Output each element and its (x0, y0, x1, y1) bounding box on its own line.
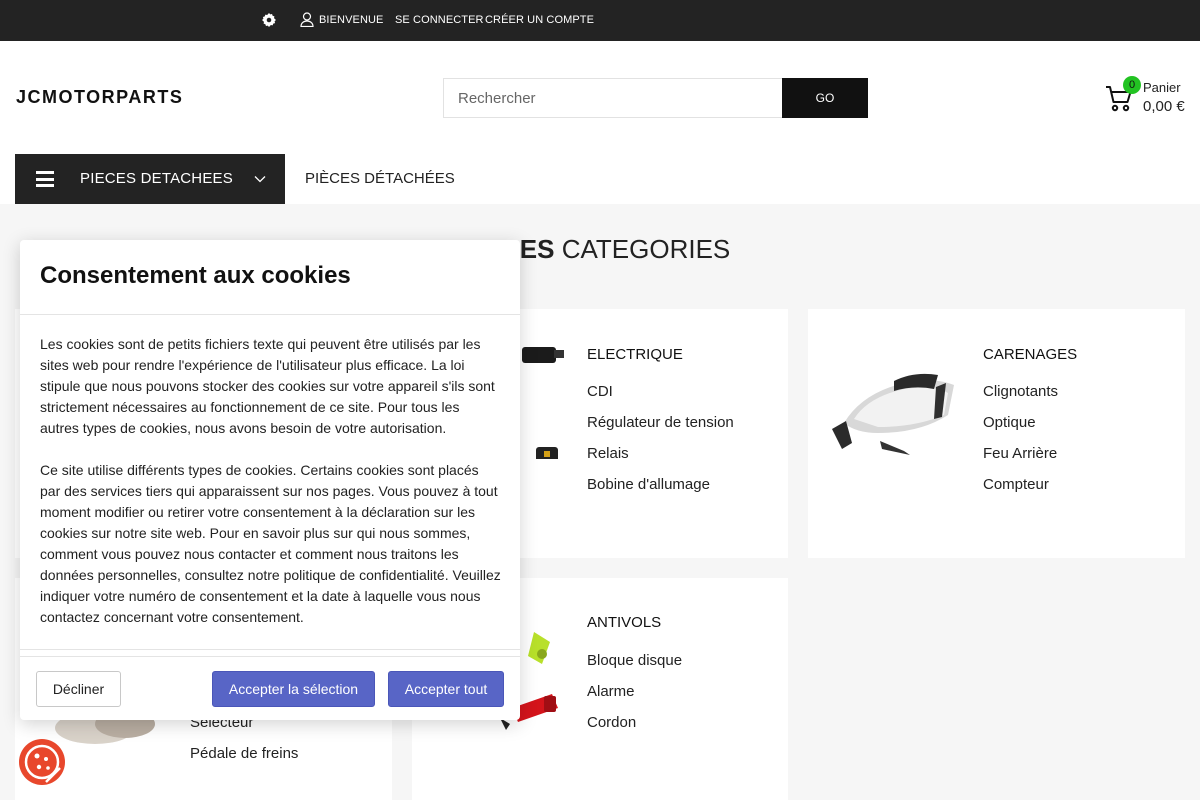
welcome-text: BIENVENUE (319, 14, 384, 26)
login-link[interactable]: SE CONNECTER (395, 14, 484, 26)
subcategory-link[interactable]: Relais (587, 445, 629, 462)
cookie-modal-title: Consentement aux cookies (40, 262, 351, 289)
top-bar: BIENVENUE SE CONNECTER CRÉER UN COMPTE (0, 0, 1200, 41)
search-button[interactable]: GO (782, 78, 868, 118)
subcategory-link[interactable]: Pédale de freins (190, 745, 298, 762)
site-logo[interactable]: JCMOTORPARTS (16, 87, 183, 108)
cookie-paragraph: Les cookies sont de petits fichiers text… (40, 336, 495, 436)
subcategory-link[interactable]: Bobine d'allumage (587, 476, 710, 493)
categories-menu-label: PIECES DETACHEES (80, 170, 233, 187)
category-title-antivols[interactable]: ANTIVOLS (587, 614, 661, 631)
subcategory-link[interactable]: Optique (983, 414, 1036, 431)
nav-link-pieces-detachees[interactable]: PIÈCES DÉTACHÉES (305, 170, 455, 187)
subcategory-link[interactable]: Alarme (587, 683, 635, 700)
cart-label[interactable]: Panier (1143, 80, 1181, 95)
cart-count-badge: 0 (1123, 76, 1141, 94)
cookie-consent-modal: Consentement aux cookies Les cookies son… (20, 240, 520, 720)
cart-total: 0,00 € (1143, 98, 1185, 115)
cookie-paragraph: Ce site utilise différents types de cook… (40, 462, 501, 625)
divider (20, 314, 520, 315)
user-icon[interactable] (300, 12, 314, 27)
chevron-down-icon (254, 176, 266, 183)
decline-button[interactable]: Décliner (36, 671, 121, 707)
accept-selection-button[interactable]: Accepter la sélection (212, 671, 375, 707)
site-header: JCMOTORPARTS GO 0 Panier 0,00 € PIECES D… (0, 41, 1200, 204)
section-title-rest: CATEGORIES (554, 234, 731, 264)
hamburger-icon (36, 171, 54, 187)
subcategory-link[interactable]: Feu Arrière (983, 445, 1057, 462)
divider (20, 656, 520, 657)
cookie-icon[interactable] (18, 738, 66, 786)
divider (20, 649, 520, 650)
carenages-thumbnail[interactable] (824, 357, 964, 461)
register-link[interactable]: CRÉER UN COMPTE (485, 14, 594, 26)
category-card-carenages: CARENAGES Clignotants Optique Feu Arrièr… (808, 309, 1185, 558)
categories-menu-button[interactable]: PIECES DETACHEES (15, 154, 285, 204)
category-title-electrique[interactable]: ELECTRIQUE (587, 346, 683, 363)
search-input[interactable] (443, 78, 782, 118)
subcategory-link[interactable]: Clignotants (983, 383, 1058, 400)
accept-all-button[interactable]: Accepter tout (388, 671, 504, 707)
subcategory-link[interactable]: Cordon (587, 714, 636, 731)
subcategory-link[interactable]: Compteur (983, 476, 1049, 493)
subcategory-link[interactable]: Bloque disque (587, 652, 682, 669)
category-title-carenages[interactable]: CARENAGES (983, 346, 1077, 363)
subcategory-link[interactable]: CDI (587, 383, 613, 400)
gear-icon[interactable] (262, 13, 276, 27)
subcategory-link[interactable]: Régulateur de tension (587, 414, 734, 431)
cookie-modal-body: Les cookies sont de petits fichiers text… (40, 334, 502, 649)
